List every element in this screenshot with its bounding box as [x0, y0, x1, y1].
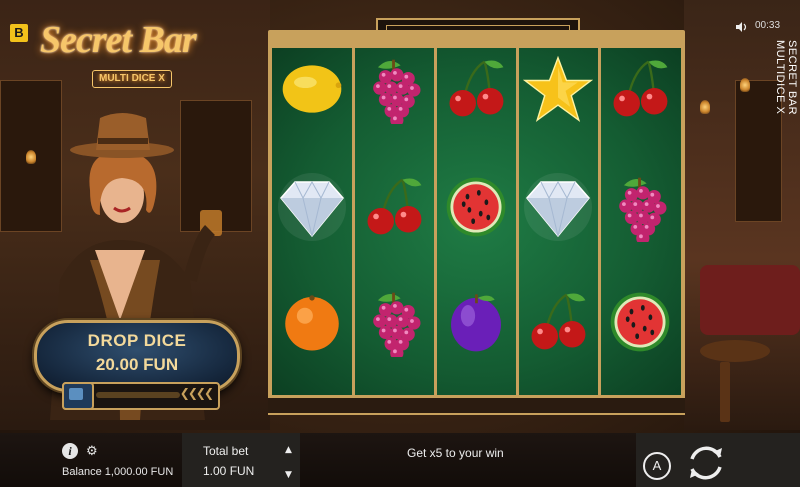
grapes-icon	[603, 170, 677, 244]
reel-separator	[352, 48, 355, 395]
reel-separator	[434, 48, 437, 395]
gear-icon[interactable]: ⚙	[86, 444, 98, 459]
spin-icon[interactable]	[684, 441, 728, 485]
up-arrow-icon[interactable]: ▲	[285, 445, 292, 455]
bar-table-leg	[720, 362, 730, 422]
watermelon-icon	[603, 285, 677, 359]
reel-separator	[516, 48, 519, 395]
balance-text: Balance 1,000.00 FUN	[62, 466, 174, 478]
chevrons-icon: ❮❮❮❮	[179, 386, 214, 400]
reel-bottom-rail	[268, 396, 685, 415]
drop-dice-value: 20.00 FUN	[95, 355, 179, 374]
bet-panel	[182, 433, 300, 487]
reel-separator	[598, 48, 601, 395]
grapes-icon	[357, 52, 431, 126]
game-subtitle: MULTI DICE X	[92, 70, 172, 88]
promo-text: Get x5 to your win	[407, 446, 504, 460]
lamp-right	[700, 100, 710, 114]
bet-label: Total bet	[203, 444, 249, 458]
bet-value: 1.00 FUN	[203, 464, 255, 478]
down-arrow-icon[interactable]: ▼	[285, 470, 292, 480]
autoplay-button[interactable]: A	[643, 452, 671, 480]
brand-badge: B	[10, 24, 28, 42]
lamp-right-2	[740, 78, 750, 92]
diamond-icon	[521, 170, 595, 244]
drop-dice-progress-knob	[62, 382, 94, 410]
side-game-title: SECRET BAR MULTIDICE X	[774, 40, 798, 116]
lemon-icon	[275, 52, 349, 126]
drop-dice-progress: ❮❮❮❮	[62, 382, 220, 410]
watermelon-icon	[439, 170, 513, 244]
couch	[700, 265, 800, 335]
orange-icon	[275, 285, 349, 359]
cherries-icon	[357, 170, 431, 244]
star-icon	[521, 52, 595, 126]
cherries-icon	[439, 52, 513, 126]
bar-table	[700, 340, 770, 362]
cherries-icon	[521, 285, 595, 359]
info-icon[interactable]: i	[62, 443, 78, 459]
cherries-icon	[603, 52, 677, 126]
grapes-icon	[357, 285, 431, 359]
game-title: Secret Bar	[40, 19, 197, 61]
clock: 00:33	[755, 20, 781, 31]
drop-dice-title: DROP DICE	[87, 331, 187, 350]
plum-icon	[439, 285, 513, 359]
speaker-icon[interactable]	[736, 22, 748, 32]
drop-dice-progress-track	[96, 392, 180, 398]
diamond-icon	[275, 170, 349, 244]
